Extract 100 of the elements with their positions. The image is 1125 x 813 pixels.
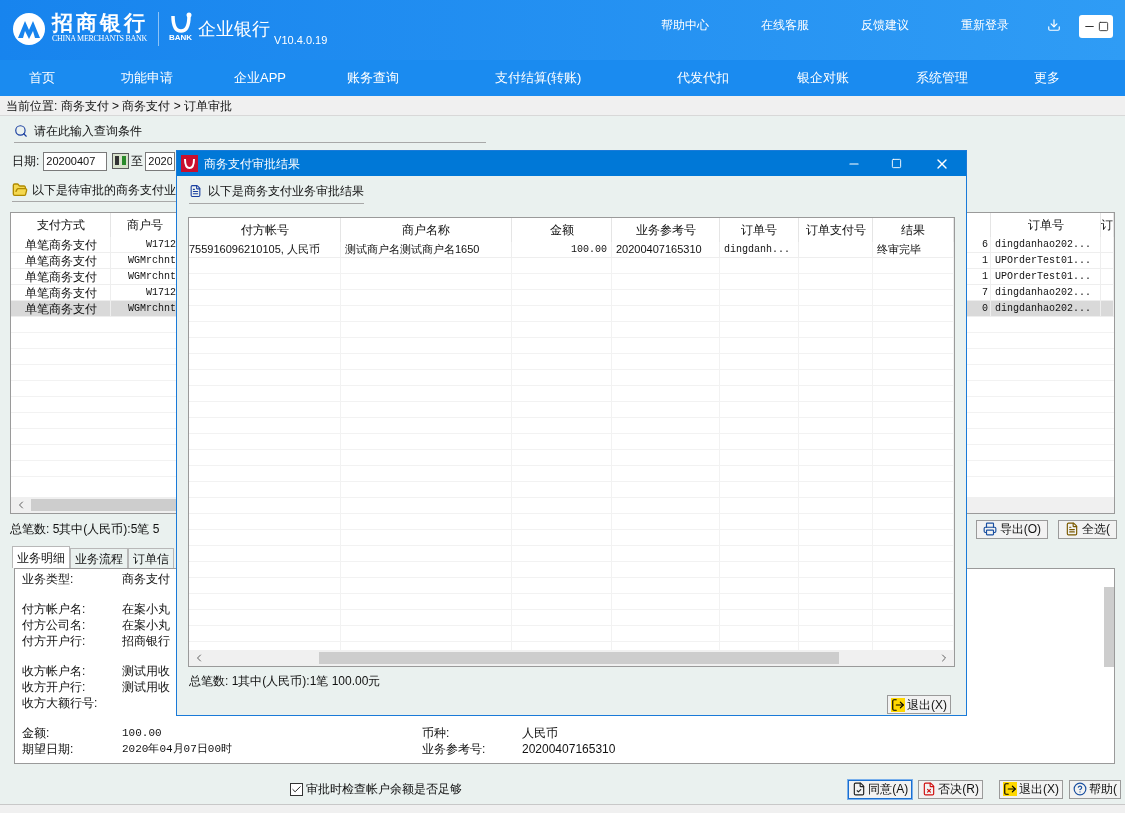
nav-item[interactable]: 功能申请 — [84, 68, 210, 88]
table-cell-text: WGMrchnt — [128, 302, 176, 316]
detail-label: 业务类型: — [22, 571, 75, 588]
command-button[interactable]: 否决(R) — [918, 779, 983, 799]
column-header[interactable]: 订 — [1101, 216, 1113, 234]
detail-value: 招商银行 — [122, 633, 170, 650]
detail-value: 2020年04月07日00时 — [122, 741, 232, 757]
table-cell-text: 单笔商务支付 — [24, 236, 97, 254]
table-cell-text: 755916096210105, 人民币 — [189, 242, 320, 258]
command-button[interactable]: 退出(X) — [999, 779, 1063, 799]
nav-item[interactable]: 支付结算(转账) — [436, 68, 640, 88]
help-icon — [1073, 782, 1087, 796]
table-cell-text: 单笔商务支付 — [24, 284, 97, 302]
exit-icon — [891, 697, 905, 712]
list-title: 以下是待审批的商务支付业 — [32, 181, 176, 199]
date-label: 日期: — [12, 153, 40, 170]
table-cell-text: 单笔商务支付 — [24, 268, 97, 286]
search-icon — [14, 123, 28, 138]
detail-value: 20200407165310 — [522, 741, 616, 758]
app-logo-icon — [181, 155, 198, 172]
query-title: 请在此输入查询条件 — [34, 122, 142, 140]
table-cell-text: W1712 — [146, 286, 176, 300]
calendar-icon[interactable] — [112, 153, 130, 169]
check-icon — [291, 783, 302, 795]
column-header[interactable]: 订单支付号 — [805, 221, 866, 239]
column-header[interactable]: 业务参考号 — [635, 221, 696, 239]
table-cell-text: 0 — [982, 302, 988, 316]
nav-item[interactable]: 首页 — [0, 68, 84, 88]
dialog-summary: 总笔数: 1其中(人民币):1笔 100.00元 — [189, 673, 381, 690]
table-cell-text: dingdanh... — [724, 243, 790, 257]
detail-label: 收方开户行: — [22, 679, 87, 696]
table-cell-text: 测试商户名测试商户名1650 — [345, 242, 480, 258]
table-cell-text: dingdanhao202... — [995, 286, 1091, 300]
dialog-heading: 以下是商务支付业务审批结果 — [208, 182, 364, 200]
detail-tab[interactable]: 业务流程 — [70, 548, 128, 568]
detail-tab[interactable]: 订单信 — [128, 548, 174, 568]
table-cell-text: 6 — [982, 238, 988, 252]
table-cell-text: 单笔商务支付 — [24, 300, 97, 318]
version-label: V10.4.0.19 — [274, 33, 328, 48]
detail-value: 测试用收 — [122, 663, 170, 680]
table-cell-text: 7 — [982, 286, 988, 300]
nav-item[interactable]: 银企对账 — [766, 68, 880, 88]
brand-name: 招商银行 — [52, 12, 148, 33]
detail-value: 商务支付 — [122, 571, 170, 588]
detail-value: 100.00 — [122, 725, 162, 741]
column-header[interactable]: 付方帐号 — [240, 221, 289, 239]
detail-value: 测试用收 — [122, 679, 170, 696]
table-cell-text: 1 — [982, 254, 988, 268]
exit-button[interactable]: 退出(X) — [887, 695, 951, 714]
nav-item[interactable]: 更多 — [1004, 68, 1090, 88]
action-button[interactable]: 导出(O) — [975, 519, 1048, 539]
date-to-label: 至 — [131, 153, 144, 170]
column-header[interactable]: 支付方式 — [36, 216, 85, 234]
command-button[interactable]: 同意(A) — [848, 779, 913, 799]
nav-item[interactable]: 账务查询 — [310, 68, 436, 88]
action-button[interactable]: 全选( — [1058, 519, 1117, 539]
detail-tab[interactable]: 业务明细 — [12, 546, 70, 568]
nav-item[interactable]: 企业APP — [210, 68, 310, 88]
column-header[interactable]: 商户名称 — [402, 221, 450, 239]
command-button[interactable]: 帮助( — [1069, 779, 1121, 799]
horizontal-scrollbar[interactable] — [189, 650, 954, 666]
scroll-thumb[interactable] — [319, 652, 839, 664]
nav-item[interactable]: 代发代扣 — [640, 68, 766, 88]
column-header[interactable]: 订单号 — [1027, 216, 1064, 234]
column-header[interactable]: 订单号 — [741, 221, 777, 239]
column-header[interactable]: 商户号 — [126, 216, 163, 234]
table-row[interactable]: 755916096210105, 人民币 测试商户名测试商户名1650 100.00 20200407165310 dingdanh... 终审完毕 — [189, 242, 954, 258]
table-cell-text: UPOrderTest01... — [995, 254, 1091, 268]
table-cell-text: dingdanhao202... — [995, 302, 1091, 316]
printer-icon — [982, 522, 997, 536]
detail-label: 期望日期: — [22, 741, 75, 758]
table-cell-text: UPOrderTest01... — [995, 270, 1091, 284]
table-cell-text: W1712 — [146, 238, 176, 252]
table-cell-text: dingdanhao202... — [995, 238, 1091, 252]
column-header[interactable]: 金额 — [549, 221, 574, 239]
detail-label: 币种: — [422, 725, 451, 742]
table-cell-text: WGMrchnt — [128, 254, 176, 268]
u-logo-icon — [169, 12, 192, 34]
detail-value: 在案小丸 — [122, 617, 170, 634]
maximize-icon[interactable] — [1098, 21, 1109, 32]
detail-label: 业务参考号: — [422, 741, 487, 758]
summary-text: 总笔数: 5其中(人民币):5笔 5 — [10, 521, 160, 538]
nav-item[interactable]: 系统管理 — [880, 68, 1004, 88]
detail-value: 人民币 — [522, 725, 558, 742]
balance-checkbox[interactable]: 审批时检查帐户余额是否足够 — [290, 780, 462, 798]
document-check-icon — [852, 782, 867, 796]
brand-english-name: CHINA MERCHANTS BANK — [52, 35, 148, 43]
date-from-field[interactable]: 20200407 — [43, 151, 108, 171]
detail-label: 付方帐户名: — [22, 601, 87, 618]
exit-icon — [1003, 782, 1017, 796]
logo-mark-text: BANK — [169, 34, 193, 42]
bank-logo-icon — [12, 12, 46, 46]
document-icon — [1065, 522, 1079, 536]
dialog-title: 商务支付审批结果 — [204, 155, 300, 173]
column-header[interactable]: 结果 — [901, 221, 925, 239]
table-cell-text: 终审完毕 — [877, 242, 921, 258]
date-to-field[interactable]: 2020 — [145, 151, 176, 171]
download-icon[interactable] — [1047, 18, 1061, 32]
detail-value: 在案小丸 — [122, 601, 170, 618]
breadcrumb: 当前位置: 商务支付 > 商务支付 > 订单审批 — [6, 97, 233, 115]
